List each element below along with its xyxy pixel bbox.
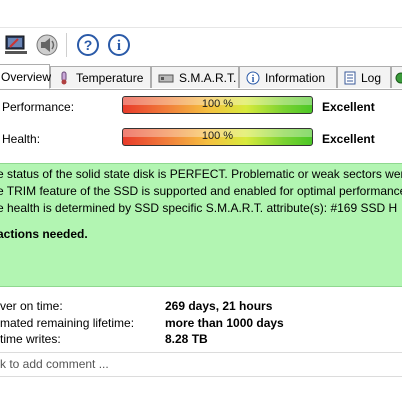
status-action: actions needed. <box>0 227 88 241</box>
tab-label: Temperature <box>76 70 144 85</box>
status-line-2: e TRIM feature of the SSD is supported a… <box>0 184 402 198</box>
health-bar: 100 % <box>122 128 313 146</box>
globe-icon <box>395 72 402 84</box>
thermometer-icon <box>57 71 71 85</box>
svg-text:i: i <box>252 74 255 85</box>
svg-text:i: i <box>117 38 121 54</box>
tab-bar: Overview Temperature S.M.A.R.T. i Inform… <box>0 63 402 90</box>
power-on-time-value: 269 days, 21 hours <box>165 299 273 313</box>
window-top-strip <box>0 0 402 28</box>
health-percent: 100 % <box>201 130 234 142</box>
health-rating: Excellent <box>322 132 375 146</box>
tab-temperature[interactable]: Temperature <box>50 66 151 88</box>
performance-label: Performance: <box>2 100 75 114</box>
remaining-lifetime-label: mated remaining lifetime: <box>0 316 135 330</box>
performance-percent: 100 % <box>201 98 234 110</box>
lifetime-writes-value: 8.28 TB <box>165 332 208 346</box>
tab-information[interactable]: i Information <box>239 66 337 88</box>
help-icon[interactable]: ? <box>75 32 101 58</box>
performance-bar: 100 % <box>122 96 313 114</box>
power-on-time-label: ver on time: <box>0 299 63 313</box>
tab-label: Information <box>265 70 326 85</box>
tab-smart[interactable]: S.M.A.R.T. <box>151 66 239 88</box>
performance-rating: Excellent <box>322 100 375 114</box>
comment-field[interactable]: k to add comment ... <box>0 357 109 371</box>
health-label: Health: <box>2 132 41 146</box>
smart-drive-icon <box>158 72 174 84</box>
tab-overview[interactable]: Overview <box>0 64 52 89</box>
info-icon: i <box>246 71 260 85</box>
status-panel: e status of the solid state disk is PERF… <box>0 163 402 287</box>
tab-label: S.M.A.R.T. <box>179 70 237 85</box>
toolbar: ? i <box>0 28 402 62</box>
speaker-icon[interactable] <box>34 32 60 58</box>
info-icon[interactable]: i <box>106 32 132 58</box>
log-icon <box>344 71 356 85</box>
tab-label: Overview <box>1 69 52 84</box>
divider <box>0 376 402 377</box>
tab-overflow[interactable] <box>391 66 402 88</box>
status-line-1: e status of the solid state disk is PERF… <box>0 167 402 181</box>
tab-label: Log <box>361 70 382 85</box>
divider <box>0 352 402 353</box>
remaining-lifetime-value: more than 1000 days <box>165 316 284 330</box>
monitor-icon[interactable] <box>3 32 29 58</box>
lifetime-writes-label: time writes: <box>0 332 61 346</box>
svg-text:?: ? <box>84 37 93 53</box>
tab-log[interactable]: Log <box>337 66 391 88</box>
toolbar-separator <box>66 33 67 57</box>
status-line-3: e health is determined by SSD specific S… <box>0 201 398 215</box>
